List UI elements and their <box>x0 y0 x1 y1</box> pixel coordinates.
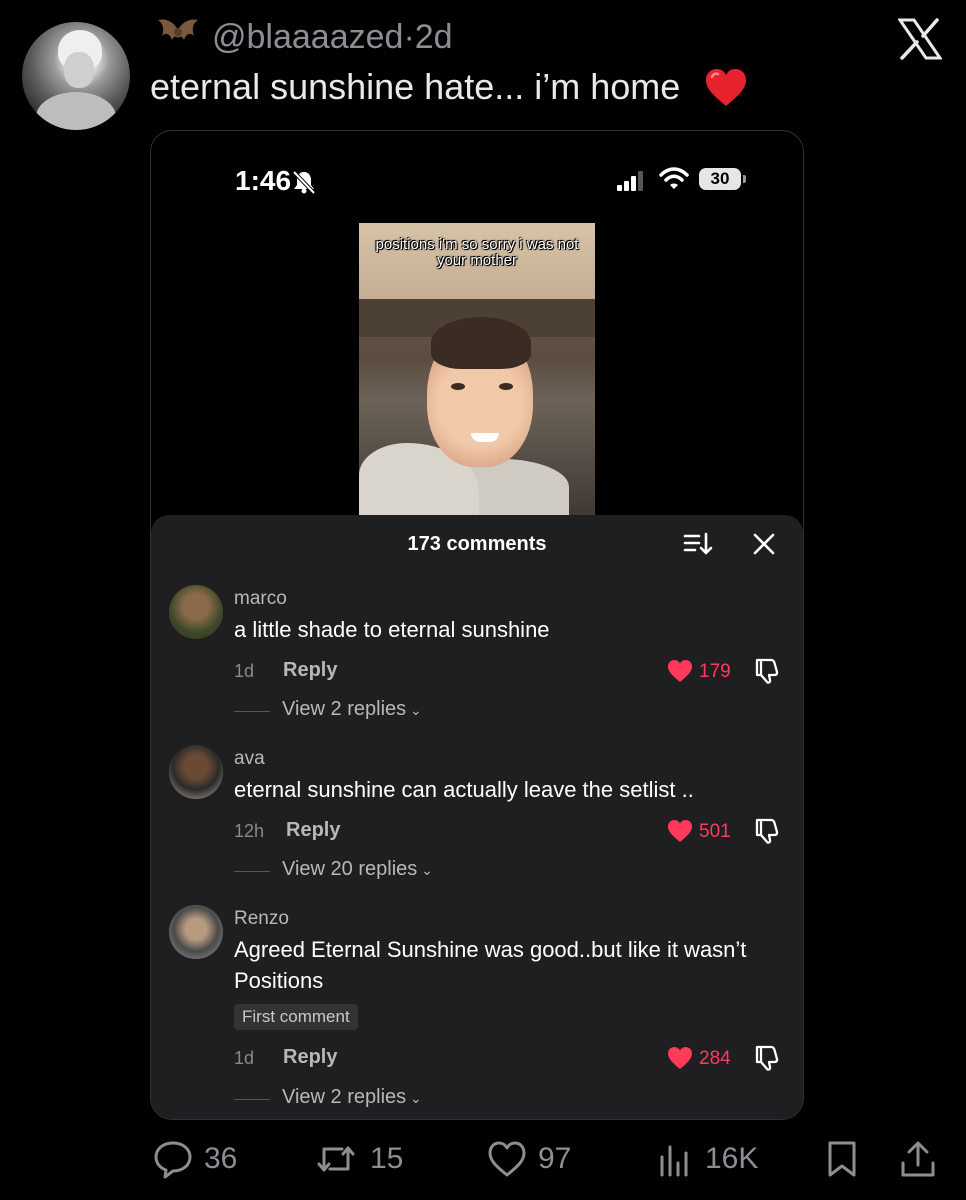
cell-signal-icon <box>617 171 643 191</box>
like-icon[interactable] <box>487 1139 527 1179</box>
replies-line <box>234 871 270 872</box>
like-count: 179 <box>699 661 731 682</box>
commenter-avatar[interactable] <box>169 745 223 799</box>
commenter-avatar[interactable] <box>169 905 223 959</box>
video-thumbnail[interactable]: positions i'm so sorry i was not your mo… <box>359 223 595 519</box>
views-icon[interactable] <box>656 1139 696 1179</box>
views-count: 16K <box>705 1142 759 1175</box>
comment-text: a little shade to eternal sunshine <box>234 617 550 642</box>
replies-line <box>234 711 270 712</box>
like-count: 284 <box>699 1048 731 1069</box>
view-replies-button[interactable]: View 20 replies ⌄ <box>282 858 433 881</box>
dislike-icon[interactable] <box>753 1044 781 1072</box>
sort-icon[interactable] <box>683 531 713 557</box>
retweet-icon[interactable] <box>316 1139 356 1179</box>
dislike-icon[interactable] <box>753 657 781 685</box>
comment-time: 12h <box>234 821 265 841</box>
first-comment-badge: First comment <box>234 1004 358 1030</box>
video-caption: positions i'm so sorry i was not your mo… <box>375 236 579 269</box>
wifi-icon <box>659 167 689 189</box>
comment-text-line-2: Positions <box>234 968 324 993</box>
battery-indicator: 30 <box>699 168 741 190</box>
comment-time: 1d <box>234 661 255 681</box>
bat-emoji-icon <box>158 19 198 40</box>
like-heart-icon[interactable] <box>667 1046 693 1070</box>
comments-panel: 173 comments marco a little shade to ete… <box>151 515 803 1119</box>
status-time: 1:46 <box>235 165 292 196</box>
reply-button[interactable]: Reply <box>286 819 340 842</box>
dislike-icon[interactable] <box>753 817 781 845</box>
bell-off-icon <box>292 170 316 195</box>
reply-icon[interactable] <box>153 1139 193 1179</box>
red-heart-emoji-icon <box>706 69 746 106</box>
x-logo-icon <box>898 18 942 60</box>
author-avatar[interactable] <box>22 22 130 130</box>
like-count: 501 <box>699 821 731 842</box>
view-replies-button[interactable]: View 2 replies ⌄ <box>282 698 422 721</box>
bookmark-icon[interactable] <box>822 1139 862 1179</box>
retweet-count: 15 <box>370 1142 404 1175</box>
commenter-name[interactable]: ava <box>234 748 265 770</box>
tweet-text: eternal sunshine hate... i’m home <box>150 66 681 107</box>
commenter-avatar[interactable] <box>169 585 223 639</box>
comment-text: eternal sunshine can actually leave the … <box>234 777 694 802</box>
commenter-name[interactable]: marco <box>234 588 287 610</box>
like-count-total: 97 <box>538 1142 572 1175</box>
battery-nub <box>743 175 746 183</box>
comment-text-line-1: Agreed Eternal Sunshine was good..but li… <box>234 937 747 962</box>
close-icon[interactable] <box>751 531 777 557</box>
comment-time: 1d <box>234 1048 255 1068</box>
like-heart-icon[interactable] <box>667 819 693 843</box>
commenter-name[interactable]: Renzo <box>234 908 289 930</box>
embedded-screenshot[interactable]: 1:46 30 positions i'm so sorry i was not… <box>150 130 804 1120</box>
author-handle[interactable]: @blaaaazed·2d <box>212 18 453 57</box>
reply-count: 36 <box>204 1142 238 1175</box>
share-icon[interactable] <box>898 1139 938 1179</box>
view-replies-button[interactable]: View 2 replies ⌄ <box>282 1086 422 1109</box>
replies-line <box>234 1099 270 1100</box>
reply-button[interactable]: Reply <box>283 1046 337 1069</box>
reply-button[interactable]: Reply <box>283 659 337 682</box>
like-heart-icon[interactable] <box>667 659 693 683</box>
